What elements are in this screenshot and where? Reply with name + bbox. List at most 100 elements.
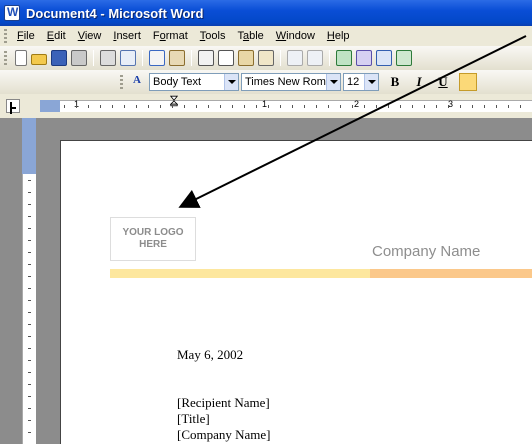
ruler-tick: [304, 105, 305, 108]
tables-borders-icon[interactable]: [356, 50, 372, 66]
window-title: Document4 - Microsoft Word: [26, 5, 204, 21]
ruler-tick: [28, 324, 31, 325]
ruler-tick: [28, 384, 31, 385]
document-page[interactable]: [60, 140, 532, 444]
toolbar-separator: [329, 50, 330, 66]
ruler-tick: [28, 300, 31, 301]
ruler-tick: [28, 348, 31, 349]
menu-help[interactable]: Help: [323, 30, 358, 42]
ruler-tick: [28, 360, 31, 361]
ruler-tick: [28, 264, 31, 265]
ruler-tick: [424, 105, 425, 108]
ruler-tick: [148, 105, 149, 108]
font-dropdown[interactable]: Times New Roman: [241, 73, 341, 91]
ruler-tick: [28, 372, 31, 373]
menu-grip-handle[interactable]: [4, 29, 7, 43]
vertical-ruler-margin: [22, 118, 36, 174]
tab-stop-selector-icon[interactable]: [6, 99, 20, 113]
spelling-icon[interactable]: [149, 50, 165, 66]
save-icon[interactable]: [51, 50, 67, 66]
menu-insert[interactable]: Insert: [109, 30, 149, 42]
ruler-tick: [28, 228, 31, 229]
header-color-bar: [110, 269, 532, 278]
ruler-tick: [364, 105, 365, 108]
underline-button[interactable]: U: [433, 73, 453, 91]
menu-file[interactable]: File: [13, 30, 43, 42]
redo-icon[interactable]: [307, 50, 323, 66]
ruler-tick: [400, 105, 401, 108]
ruler-tick: [172, 105, 173, 108]
toolbar-separator: [142, 50, 143, 66]
print-icon[interactable]: [100, 50, 116, 66]
styles-formatting-icon[interactable]: A: [129, 74, 145, 90]
ruler-tick: [28, 336, 31, 337]
ruler-number: 1: [262, 99, 268, 109]
undo-icon[interactable]: [287, 50, 303, 66]
ruler-tick: [376, 105, 377, 108]
open-folder-icon[interactable]: [31, 54, 47, 65]
copy-icon[interactable]: [218, 50, 234, 66]
ruler-tick: [112, 105, 113, 108]
new-document-icon[interactable]: [15, 50, 27, 66]
word-app-icon[interactable]: [4, 5, 20, 21]
ruler-tick: [232, 105, 233, 108]
insert-excel-icon[interactable]: [396, 50, 412, 66]
ruler-tick: [460, 105, 461, 108]
ruler-tick: [28, 312, 31, 313]
chevron-down-icon[interactable]: [364, 74, 378, 90]
ruler-tick: [472, 105, 473, 108]
menu-table[interactable]: Table: [233, 30, 271, 42]
chevron-down-icon[interactable]: [326, 74, 340, 90]
style-dropdown[interactable]: Body Text: [149, 73, 239, 91]
ruler-tick: [328, 105, 329, 108]
menu-bar: File Edit View Insert Format Tools Table…: [0, 26, 532, 46]
cut-icon[interactable]: [198, 50, 214, 66]
horizontal-ruler[interactable]: 1 1 2 3: [60, 95, 532, 112]
ruler-tick: [412, 105, 413, 108]
research-icon[interactable]: [169, 50, 185, 66]
ruler-tick: [340, 105, 341, 108]
fmt-toolbar-grip-handle[interactable]: [120, 75, 123, 89]
font-size-dropdown[interactable]: 12: [343, 73, 379, 91]
print-preview-icon[interactable]: [120, 50, 136, 66]
recipient-block[interactable]: [Recipient Name] [Title] [Company Name]: [177, 395, 271, 443]
hyperlink-icon[interactable]: [336, 50, 352, 66]
company-name-header[interactable]: Company Name: [372, 243, 480, 260]
logo-text-line2: HERE: [139, 239, 167, 250]
menu-window[interactable]: Window: [272, 30, 323, 42]
menu-tools[interactable]: Tools: [196, 30, 234, 42]
ruler-tick: [292, 105, 293, 108]
ruler-tick: [28, 204, 31, 205]
ruler-tick: [208, 105, 209, 108]
ruler-tick: [64, 105, 65, 108]
logo-placeholder[interactable]: YOUR LOGO HERE: [110, 217, 196, 261]
toolbar-grip-handle[interactable]: [4, 51, 7, 65]
letter-date[interactable]: May 6, 2002: [177, 347, 243, 363]
ruler-tick: [28, 252, 31, 253]
menu-format[interactable]: Format: [149, 30, 196, 42]
ruler-tick: [268, 105, 269, 108]
ruler-tick: [88, 105, 89, 108]
menu-view[interactable]: View: [74, 30, 110, 42]
paste-icon[interactable]: [238, 50, 254, 66]
chevron-down-icon[interactable]: [224, 74, 238, 90]
insert-table-icon[interactable]: [376, 50, 392, 66]
recipient-company: [Company Name]: [177, 427, 271, 442]
format-painter-icon[interactable]: [258, 50, 274, 66]
align-left-button[interactable]: [459, 73, 477, 91]
bold-button[interactable]: B: [385, 73, 405, 91]
ruler-tick: [316, 105, 317, 108]
menu-edit[interactable]: Edit: [43, 30, 74, 42]
toolbar-separator: [93, 50, 94, 66]
italic-button[interactable]: I: [409, 73, 429, 91]
ruler-tick: [352, 105, 353, 108]
ruler-tick: [508, 105, 509, 108]
ruler-tick: [184, 105, 185, 108]
ruler-tick: [496, 105, 497, 108]
ruler-tick: [76, 105, 77, 108]
permission-icon[interactable]: [71, 50, 87, 66]
vertical-ruler[interactable]: [22, 174, 36, 444]
title-bar[interactable]: Document4 - Microsoft Word: [0, 0, 532, 26]
ruler-tick: [28, 432, 31, 433]
standard-toolbar: [0, 46, 532, 70]
